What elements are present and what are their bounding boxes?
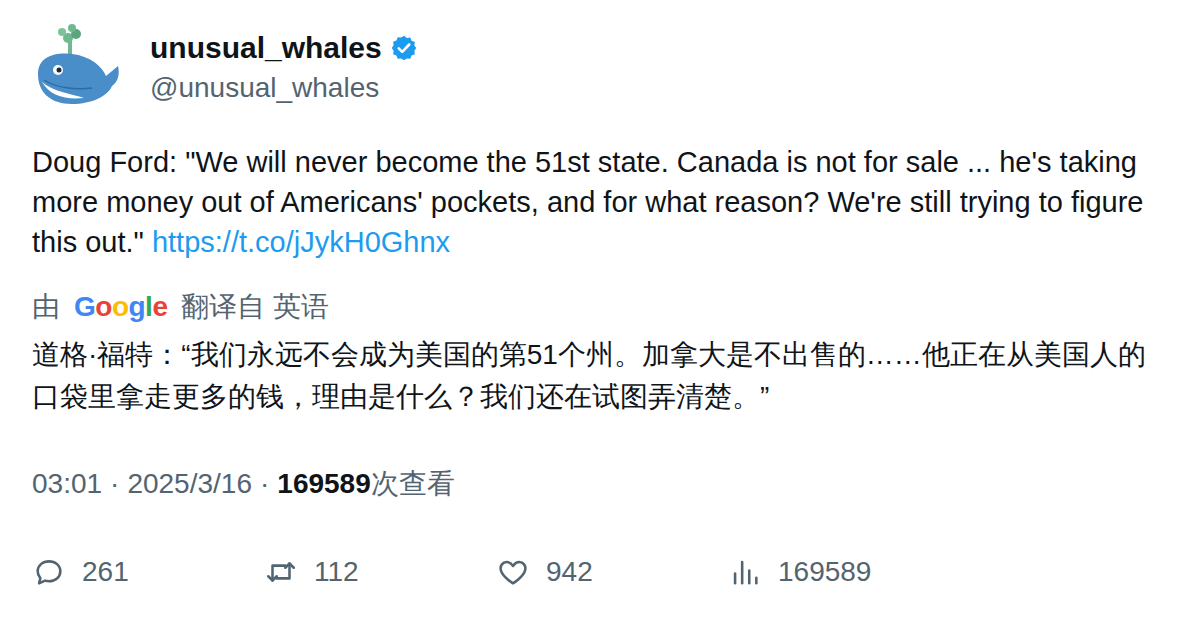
author-block: unusual_whales @unusual_whales bbox=[150, 30, 418, 106]
view-count: 169589 bbox=[277, 464, 370, 504]
google-logo: Google bbox=[74, 287, 167, 327]
tweet-date[interactable]: 2025/3/16 bbox=[127, 464, 252, 504]
tweet-time[interactable]: 03:01 bbox=[32, 464, 102, 504]
translation-text: 道格·福特：“我们永远不会成为美国的第51个州。加拿大是不出售的……他正在从美国… bbox=[32, 334, 1164, 418]
action-count: 169589 bbox=[778, 552, 871, 592]
action-count: 261 bbox=[82, 552, 129, 592]
action-bar: 261 112 942 169589 bbox=[32, 552, 1164, 592]
action-count: 942 bbox=[546, 552, 593, 592]
views-chart-icon[interactable] bbox=[728, 555, 762, 589]
tweet-text: Doug Ford: "We will never become the 51s… bbox=[32, 142, 1164, 262]
reply-action[interactable]: 261 bbox=[32, 552, 264, 592]
reply-icon[interactable] bbox=[32, 555, 66, 589]
like-action[interactable]: 942 bbox=[496, 552, 728, 592]
tweet-meta: 03:01·2025/3/16·169589次查看 bbox=[32, 464, 1164, 504]
retweet-icon[interactable] bbox=[264, 555, 298, 589]
verified-badge-icon bbox=[390, 34, 418, 62]
author-handle[interactable]: @unusual_whales bbox=[150, 70, 418, 106]
action-count: 112 bbox=[314, 552, 359, 592]
retweet-action[interactable]: 112 bbox=[264, 552, 496, 592]
avatar-icon[interactable] bbox=[32, 22, 124, 114]
tweet-header: unusual_whales @unusual_whales bbox=[32, 22, 1164, 114]
views-action[interactable]: 169589 bbox=[728, 552, 960, 592]
heart-icon[interactable] bbox=[496, 555, 530, 589]
translation-label[interactable]: 由Google翻译自 英语 bbox=[32, 287, 1164, 327]
tweet-card: unusual_whales @unusual_whales Doug Ford: … bbox=[0, 0, 1196, 618]
author-name[interactable]: unusual_whales bbox=[150, 30, 382, 66]
tweet-link[interactable]: https://t.co/jJykH0Ghnx bbox=[152, 226, 450, 258]
